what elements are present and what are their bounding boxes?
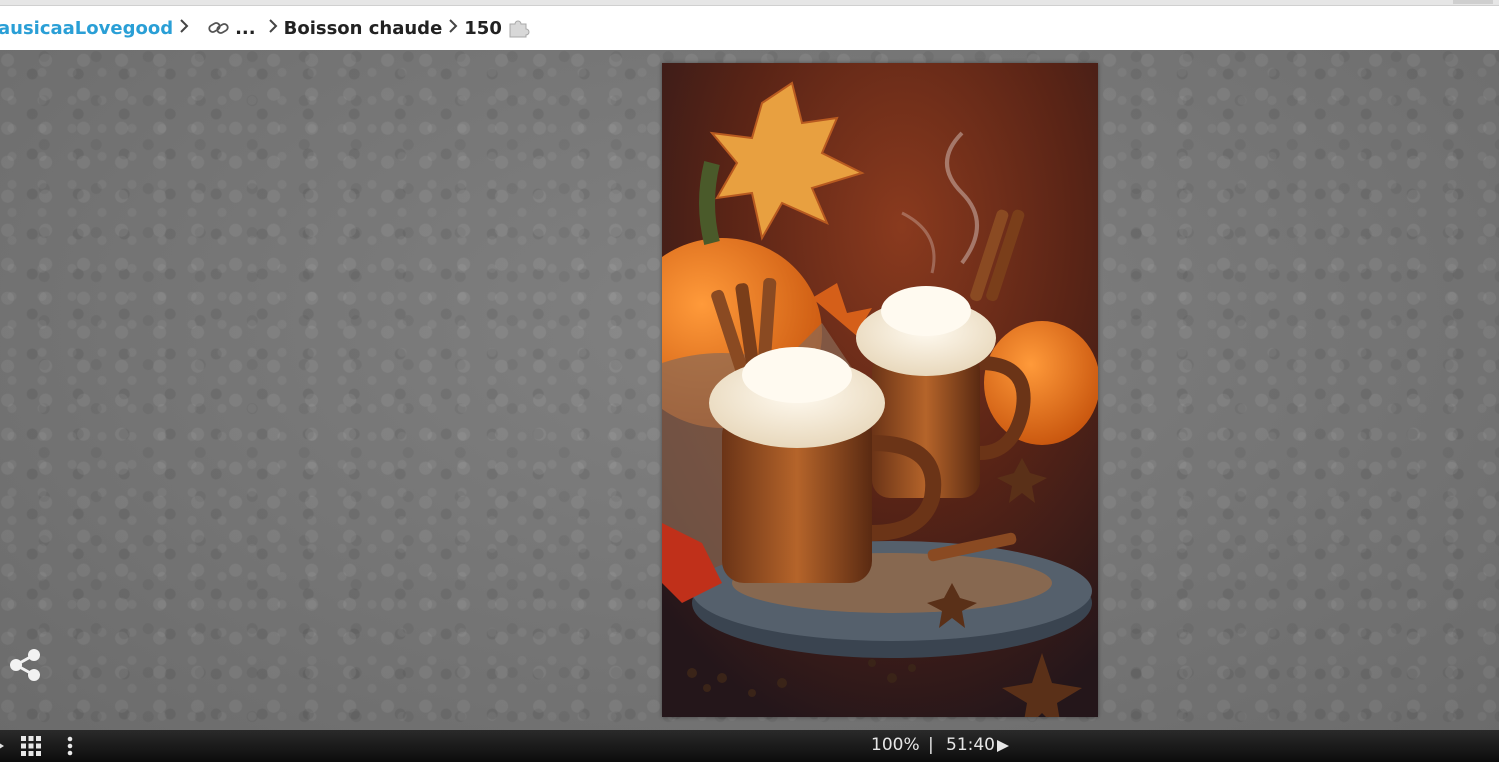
- chevron-right-icon: [268, 18, 278, 39]
- breadcrumb: ausicaaLovegood ... Boisson chaude 150: [0, 6, 1499, 50]
- breadcrumb-category[interactable]: Boisson chaude: [284, 18, 443, 39]
- share-button[interactable]: [6, 646, 44, 684]
- link-icon[interactable]: [207, 18, 231, 38]
- grid-button[interactable]: [20, 735, 42, 757]
- status-divider: |: [928, 735, 934, 755]
- play-icon[interactable]: [996, 739, 1010, 753]
- breadcrumb-user-link[interactable]: ausicaaLovegood: [0, 18, 173, 39]
- status-bar: 100% | 51:40: [0, 730, 1499, 762]
- piece-count: 150: [464, 17, 502, 39]
- more-vertical-icon: [67, 736, 73, 756]
- puzzle-board[interactable]: [0, 50, 1499, 730]
- chevron-right-icon: [179, 18, 189, 39]
- puzzle-piece-icon: [506, 16, 530, 40]
- play-left-icon[interactable]: [0, 741, 4, 751]
- zoom-level[interactable]: 100%: [871, 735, 920, 755]
- share-icon: [10, 649, 40, 681]
- grid-icon: [21, 736, 41, 756]
- more-menu-button[interactable]: [64, 735, 76, 757]
- window-corner: [1453, 0, 1493, 4]
- breadcrumb-ellipsis[interactable]: ...: [235, 18, 256, 39]
- timer: 51:40: [946, 735, 995, 755]
- puzzle-image[interactable]: [662, 63, 1098, 717]
- chevron-right-icon: [448, 18, 458, 39]
